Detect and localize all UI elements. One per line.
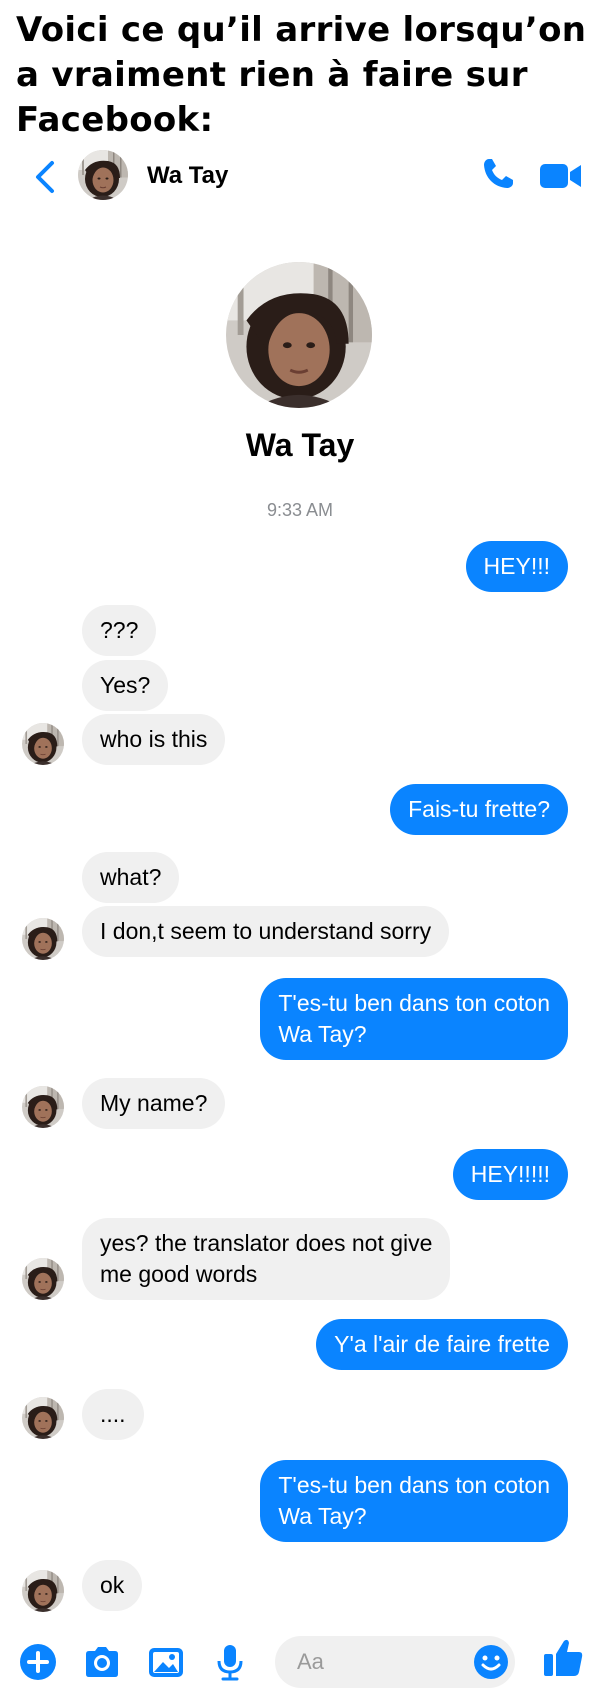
message-line: Wa Tay? [278,1503,367,1529]
image-icon[interactable] [146,1642,186,1682]
message-bubble-incoming[interactable]: ??? [82,605,157,656]
sender-avatar[interactable] [22,1086,64,1128]
message-input[interactable]: Aa [275,1636,515,1688]
sender-avatar[interactable] [22,1258,64,1300]
meme-caption: Voici ce qu’il arrive lorsqu’on a vraime… [16,8,591,143]
profile-name: Wa Tay [245,427,355,463]
message-input-placeholder: Aa [297,1649,324,1674]
message-bubble-outgoing[interactable]: HEY!!! [465,541,568,592]
sender-avatar[interactable] [22,918,64,960]
sender-avatar[interactable] [22,1397,64,1439]
phone-icon[interactable] [480,156,516,192]
message-bubble-incoming[interactable]: yes? the translator does not give me goo… [82,1218,451,1300]
message-bubble-outgoing[interactable]: T'es-tu ben dans ton coton Wa Tay? [260,978,568,1060]
profile-avatar[interactable] [226,262,372,408]
message-bubble-outgoing[interactable]: Y'a l'air de faire frette [316,1319,568,1370]
thumbs-up-icon[interactable] [542,1636,586,1680]
caption-line-1: Voici ce qu’il arrive lorsqu’on [16,10,587,50]
message-bubble-outgoing[interactable]: Fais-tu frette? [390,784,568,835]
caption-line-2: a vraiment rien à faire sur [16,55,528,95]
message-bubble-incoming[interactable]: Yes? [82,660,169,711]
header-avatar[interactable] [78,150,128,200]
message-composer: Aa [0,1630,600,1690]
emoji-icon[interactable] [473,1644,509,1680]
message-bubble-incoming[interactable]: who is this [82,714,226,765]
message-bubble-outgoing[interactable]: T'es-tu ben dans ton coton Wa Tay? [260,1460,568,1542]
message-bubble-incoming[interactable]: what? [82,852,180,903]
message-bubble-outgoing[interactable]: HEY!!!!! [452,1149,568,1200]
message-bubble-incoming[interactable]: ok [82,1560,143,1611]
plus-icon[interactable] [18,1642,58,1682]
message-bubble-incoming[interactable]: I don,t seem to understand sorry [82,906,450,957]
message-line: yes? the translator does not give [100,1230,433,1256]
message-line: T'es-tu ben dans ton coton [278,1472,550,1498]
message-line: Wa Tay? [278,1021,367,1047]
microphone-icon[interactable] [210,1642,250,1682]
chat-header: Wa Tay [0,150,600,206]
camera-icon[interactable] [82,1642,122,1682]
message-bubble-incoming[interactable]: .... [82,1389,144,1440]
back-chevron-icon[interactable] [30,160,60,194]
caption-line-3: Facebook: [16,100,214,140]
header-contact-name[interactable]: Wa Tay [147,162,228,190]
message-bubble-incoming[interactable]: My name? [82,1078,226,1129]
video-camera-icon[interactable] [540,162,582,190]
sender-avatar[interactable] [22,723,64,765]
message-line: me good words [100,1261,258,1287]
sender-avatar[interactable] [22,1570,64,1612]
message-timestamp: 9:33 AM [266,500,334,520]
message-line: T'es-tu ben dans ton coton [278,990,550,1016]
